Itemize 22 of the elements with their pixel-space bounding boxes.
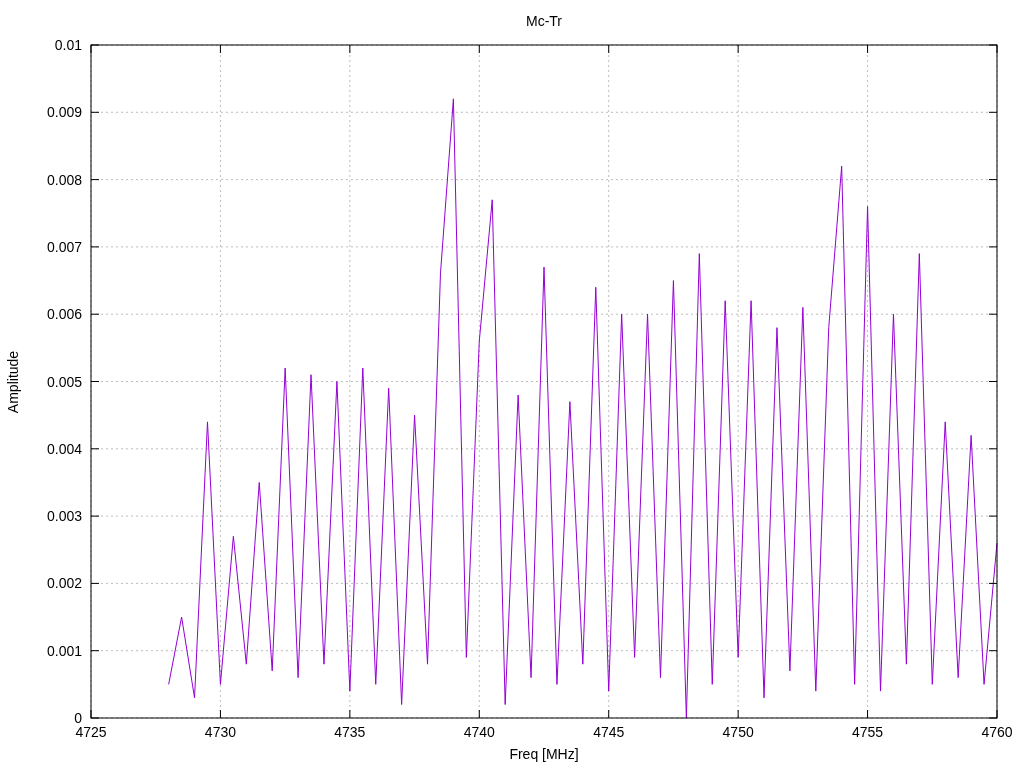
x-tick-label: 4725 xyxy=(75,724,107,740)
x-tick-label: 4730 xyxy=(204,724,236,740)
x-tick-label: 4760 xyxy=(981,724,1013,740)
y-tick-label: 0.004 xyxy=(46,440,82,457)
y-tick-label: 0.002 xyxy=(46,575,82,592)
y-tick-label: 0 xyxy=(74,710,82,726)
y-axis-label: Amplitude xyxy=(5,350,21,414)
x-tick-label: 4750 xyxy=(722,724,754,740)
y-tick-label: 0.001 xyxy=(46,642,82,659)
y-tick-label: 0.003 xyxy=(46,508,82,525)
x-tick-label: 4735 xyxy=(334,724,366,740)
y-tick-label: 0.006 xyxy=(46,306,82,323)
y-tick-label: 0.007 xyxy=(46,238,82,255)
x-tick-label: 4740 xyxy=(463,724,495,740)
y-tick-label: 0.01 xyxy=(54,37,82,53)
y-tick-label: 0.005 xyxy=(46,373,82,390)
x-tick-label: 4745 xyxy=(593,724,625,740)
y-tick-label: 0.008 xyxy=(46,171,82,188)
x-tick-label: 4755 xyxy=(852,724,884,740)
chart-title: Mc-Tr xyxy=(526,13,562,29)
y-tick-label: 0.009 xyxy=(46,104,82,121)
x-axis-label: Freq [MHz] xyxy=(509,746,579,762)
